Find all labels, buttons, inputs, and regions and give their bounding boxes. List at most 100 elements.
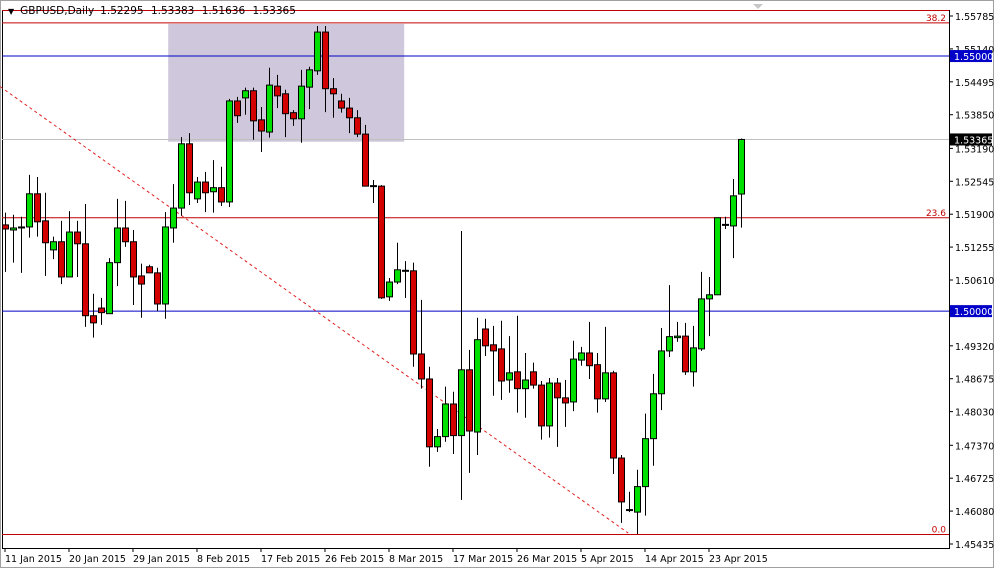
y-tick-label: 1.48675 (955, 375, 994, 386)
y-tick-label: 1.49320 (955, 342, 994, 353)
candle-body (410, 270, 417, 355)
candle-body (346, 107, 353, 119)
candle-body (26, 193, 33, 228)
candle-body (514, 371, 521, 390)
candle-body (10, 227, 17, 231)
candle-body (658, 350, 665, 395)
candle-body (130, 241, 137, 278)
candle-body (362, 133, 369, 187)
candle-body (66, 231, 73, 278)
candle-body (602, 372, 609, 400)
candle-body (530, 371, 537, 386)
candle-body (666, 336, 673, 352)
candle-body (706, 294, 713, 300)
candle-body (594, 364, 601, 400)
candle-body (74, 231, 81, 245)
y-tick-label: 1.51900 (955, 210, 994, 221)
candle-body (642, 438, 649, 488)
candle-body (170, 207, 177, 229)
candle-body (418, 353, 425, 380)
fib-level-label: 38.2 (926, 14, 946, 24)
y-tick-label: 1.54495 (955, 78, 994, 89)
candle-body (258, 119, 265, 132)
candle-body (250, 90, 257, 122)
candle-body (722, 223, 729, 226)
candle-body (226, 100, 233, 203)
candle-body (138, 275, 145, 285)
candle-body (458, 369, 465, 437)
candle-body (114, 227, 121, 264)
candle-body (306, 69, 313, 88)
candle-body (466, 369, 473, 432)
current-price-label: 1.53365 (954, 135, 993, 146)
candle-body (154, 272, 161, 305)
candle-body (730, 195, 737, 227)
candle-body (522, 379, 529, 390)
level-price-label: 1.55000 (954, 52, 993, 63)
triangle-down-icon[interactable]: ▼ (8, 7, 14, 16)
low-value: 1.51636 (201, 5, 246, 17)
candle-body (474, 339, 481, 433)
price-chart[interactable]: 38.223.60.01.557851.551401.544951.538501… (0, 0, 994, 568)
x-tick-label: 26 Mar 2015 (517, 554, 577, 565)
candle-body (298, 85, 305, 120)
x-tick-label: 17 Mar 2015 (453, 554, 513, 565)
x-tick-label: 5 Apr 2015 (581, 554, 634, 565)
fib-level-label: 0.0 (932, 526, 947, 536)
candle-body (354, 117, 361, 135)
candle-body (42, 220, 49, 244)
candle-body (90, 315, 97, 324)
candle-body (698, 298, 705, 350)
symbol-label: GBPUSD,Daily (20, 5, 95, 17)
candle-body (234, 100, 241, 117)
x-tick-label: 26 Feb 2015 (325, 554, 384, 565)
candle-body (218, 187, 225, 203)
candle-body (242, 90, 249, 99)
candle-body (738, 138, 745, 195)
ohlc-readout: 1.52295 1.53383 1.51636 1.53365 (100, 5, 300, 17)
candle-body (194, 181, 201, 200)
candle-body (274, 85, 281, 97)
candle-body (634, 486, 641, 513)
y-tick-label: 1.51255 (955, 243, 994, 254)
candle-body (210, 187, 217, 193)
candle-body (690, 347, 697, 373)
candle-body (450, 403, 457, 437)
candle-body (434, 436, 441, 448)
x-tick-label: 8 Feb 2015 (197, 554, 250, 565)
candle-body (106, 262, 113, 315)
y-tick-label: 1.53850 (955, 111, 994, 122)
x-tick-label: 11 Jan 2015 (5, 554, 62, 565)
candle-body (82, 243, 89, 317)
candle-body (2, 224, 9, 230)
candle-body (498, 348, 505, 382)
y-tick-label: 1.45435 (955, 540, 994, 551)
candle-body (546, 382, 553, 427)
candle-body (370, 185, 377, 188)
y-tick-label: 1.52545 (955, 177, 994, 188)
candle-body (650, 393, 657, 440)
x-tick-label: 20 Jan 2015 (69, 554, 126, 565)
chart-header: ▼ GBPUSD,Daily 1.52295 1.53383 1.51636 1… (8, 5, 300, 17)
high-value: 1.53383 (150, 5, 195, 17)
candle-body (282, 93, 289, 115)
y-tick-label: 1.48030 (955, 408, 994, 419)
candle-body (386, 281, 393, 298)
candle-body (426, 378, 433, 448)
y-tick-label: 1.47370 (955, 441, 994, 452)
candle-body (490, 344, 497, 352)
candle-body (442, 403, 449, 438)
candle-body (338, 100, 345, 109)
candle-body (266, 84, 273, 133)
candle-body (122, 227, 129, 243)
x-tick-label: 8 Mar 2015 (389, 554, 443, 565)
candle-body (50, 241, 57, 251)
x-tick-label: 17 Feb 2015 (261, 554, 320, 565)
candle-body (538, 384, 545, 427)
candle-body (586, 352, 593, 367)
open-value: 1.52295 (100, 5, 144, 17)
candle-body (58, 241, 65, 278)
highlight-rectangle (168, 23, 405, 142)
x-tick-label: 29 Jan 2015 (133, 554, 190, 565)
candle-body (674, 335, 681, 339)
